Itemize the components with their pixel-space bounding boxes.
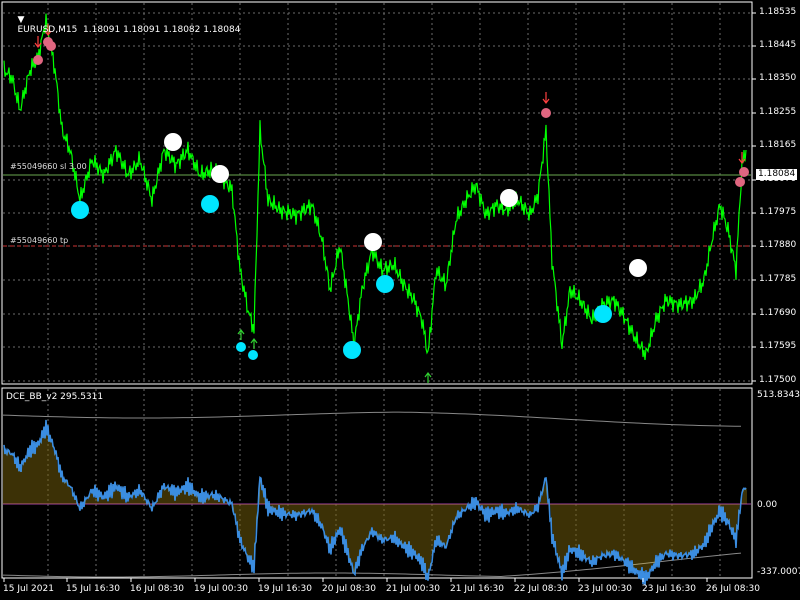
exit-signal-dot (735, 177, 745, 187)
time-tick-label: 19 Jul 00:30 (194, 584, 248, 594)
sell-signal-dot (211, 165, 229, 183)
chart-title: ▼ EURUSD,M15 1.18091 1.18091 1.18082 1.1… (6, 5, 240, 45)
time-tick-label: 21 Jul 00:30 (386, 584, 440, 594)
time-tick-label: 15 Jul 16:30 (66, 584, 120, 594)
indicator-axis-bottom: -337.0007 (757, 567, 800, 577)
sl-order-label: #55049660 sl 3.00 (10, 162, 87, 171)
sell-signal-dot (500, 189, 518, 207)
price-tick-label: 1.17595 (759, 341, 797, 351)
buy-signal-small-dot (248, 350, 258, 360)
price-tick-label: 1.18445 (759, 40, 797, 50)
indicator-title: DCE_BB_v2 295.5311 (6, 392, 104, 402)
arrow-up-icon (237, 329, 245, 340)
price-tick-label: 1.17975 (759, 207, 797, 217)
indicator-series (2, 411, 747, 586)
exit-signal-dot (541, 108, 551, 118)
sell-signal-dot (629, 259, 647, 277)
upper-band-line (2, 411, 742, 427)
indicator-axis-zero: 0.00 (757, 500, 778, 510)
time-tick-label: 23 Jul 00:30 (578, 584, 632, 594)
sell-signal-dot (164, 133, 182, 151)
price-line (3, 13, 747, 360)
time-tick-label: 16 Jul 08:30 (130, 584, 184, 594)
buy-signal-dot (343, 341, 361, 359)
price-tick-label: 1.17690 (759, 308, 797, 318)
symbol-info: EURUSD,M15 1.18091 1.18091 1.18082 1.180… (17, 25, 241, 35)
mt4-chart-window: ▼ EURUSD,M15 1.18091 1.18091 1.18082 1.1… (0, 0, 800, 600)
exit-signal-dot (33, 55, 43, 65)
price-tick-label: 1.18255 (759, 107, 797, 117)
price-tick-label: 1.17500 (759, 375, 797, 385)
price-tick-label: 1.18350 (759, 73, 797, 83)
grid (3, 3, 751, 577)
buy-signal-dot (594, 305, 612, 323)
time-tick-label: 21 Jul 16:30 (450, 584, 504, 594)
indicator-axis-top: 513.8343 (757, 390, 800, 400)
axis-ticks (3, 12, 756, 582)
buy-signal-small-dot (236, 342, 246, 352)
time-tick-label: 19 Jul 16:30 (258, 584, 312, 594)
triangle-down-icon[interactable]: ▼ (17, 15, 24, 25)
price-tick-label: 1.17785 (759, 274, 797, 284)
main-pane-frame (1, 1, 753, 385)
price-tick-label: 1.18165 (759, 140, 797, 150)
time-tick-label: 26 Jul 08:30 (706, 584, 760, 594)
sell-signal-dot (364, 233, 382, 251)
price-tick-label: 1.18535 (759, 7, 797, 17)
buy-signal-dot (201, 195, 219, 213)
chart-canvas[interactable] (0, 0, 800, 600)
buy-signal-dot (71, 201, 89, 219)
time-tick-label: 15 Jul 2021 (3, 584, 54, 594)
price-tick-label: 1.17880 (759, 240, 797, 250)
signal-markers (33, 24, 749, 383)
time-tick-label: 20 Jul 08:30 (322, 584, 376, 594)
arrow-down-icon (542, 92, 550, 104)
time-tick-label: 22 Jul 08:30 (514, 584, 568, 594)
arrow-up-icon (250, 338, 258, 349)
current-price-label: 1.18084 (756, 169, 798, 180)
indicator-line (3, 419, 747, 586)
arrow-up-icon (424, 372, 432, 383)
time-tick-label: 23 Jul 16:30 (642, 584, 696, 594)
exit-signal-dot (739, 167, 749, 177)
order-level-lines (3, 174, 751, 505)
price-series (3, 13, 747, 360)
tp-order-label: #55049660 tp (10, 236, 69, 245)
buy-signal-dot (376, 275, 394, 293)
